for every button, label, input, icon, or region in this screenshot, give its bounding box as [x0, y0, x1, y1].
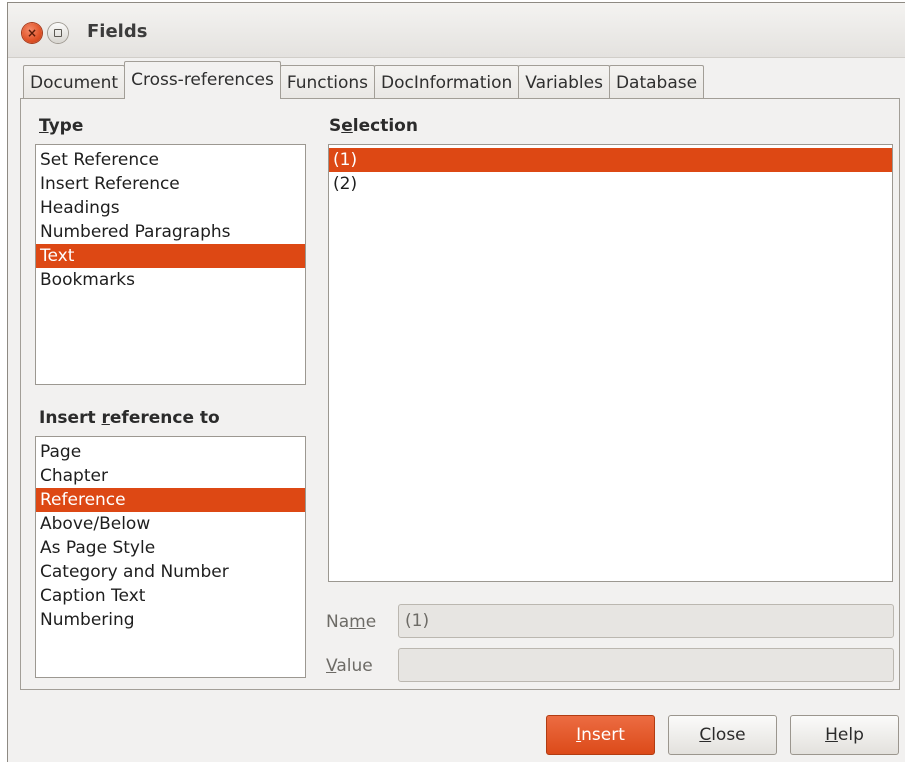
selection-item-1[interactable]: (1)	[329, 148, 892, 172]
window-title: Fields	[87, 21, 148, 42]
selection-listbox[interactable]: (1) (2)	[328, 144, 893, 582]
ref-item-as-page-style[interactable]: As Page Style	[36, 536, 305, 560]
ref-item-above-below[interactable]: Above/Below	[36, 512, 305, 536]
tab-bar: Document Cross-references Functions DocI…	[23, 61, 705, 99]
type-label: Type	[39, 116, 84, 136]
ref-item-chapter[interactable]: Chapter	[36, 464, 305, 488]
name-label: Name	[326, 612, 377, 632]
type-item-text[interactable]: Text	[36, 244, 305, 268]
selection-item-2[interactable]: (2)	[329, 172, 892, 196]
tab-functions[interactable]: Functions	[279, 65, 376, 99]
tab-database[interactable]: Database	[608, 65, 705, 99]
type-item-bookmarks[interactable]: Bookmarks	[36, 268, 305, 292]
insert-reference-to-listbox[interactable]: Page Chapter Reference Above/Below As Pa…	[35, 436, 306, 678]
window-maximize-button[interactable]	[48, 23, 68, 43]
close-button[interactable]: Close	[668, 715, 777, 755]
ref-item-page[interactable]: Page	[36, 440, 305, 464]
type-item-numbered-paragraphs[interactable]: Numbered Paragraphs	[36, 220, 305, 244]
insert-button[interactable]: Insert	[546, 715, 655, 755]
value-label: Value	[326, 656, 373, 676]
ref-item-category-and-number[interactable]: Category and Number	[36, 560, 305, 584]
type-listbox[interactable]: Set Reference Insert Reference Headings …	[35, 144, 306, 385]
ref-item-caption-text[interactable]: Caption Text	[36, 584, 305, 608]
window-close-button[interactable]: ×	[22, 23, 42, 43]
value-field[interactable]	[398, 648, 894, 682]
insert-reference-to-label: Insert reference to	[39, 408, 220, 428]
selection-label: Selection	[329, 116, 418, 136]
type-item-headings[interactable]: Headings	[36, 196, 305, 220]
name-field[interactable]: (1)	[398, 604, 894, 638]
ref-item-numbering[interactable]: Numbering	[36, 608, 305, 632]
title-bar: × Fields	[8, 3, 905, 58]
tab-docinformation[interactable]: DocInformation	[374, 65, 520, 99]
tab-variables[interactable]: Variables	[518, 65, 610, 99]
help-button[interactable]: Help	[790, 715, 899, 755]
cross-references-panel: Type Set Reference Insert Reference Head…	[20, 98, 900, 690]
type-item-insert-reference[interactable]: Insert Reference	[36, 172, 305, 196]
tab-document[interactable]: Document	[23, 65, 126, 99]
type-item-set-reference[interactable]: Set Reference	[36, 148, 305, 172]
tab-cross-references[interactable]: Cross-references	[124, 61, 281, 99]
fields-dialog: × Fields Document Cross-references Funct…	[7, 2, 905, 762]
ref-item-reference[interactable]: Reference	[36, 488, 305, 512]
